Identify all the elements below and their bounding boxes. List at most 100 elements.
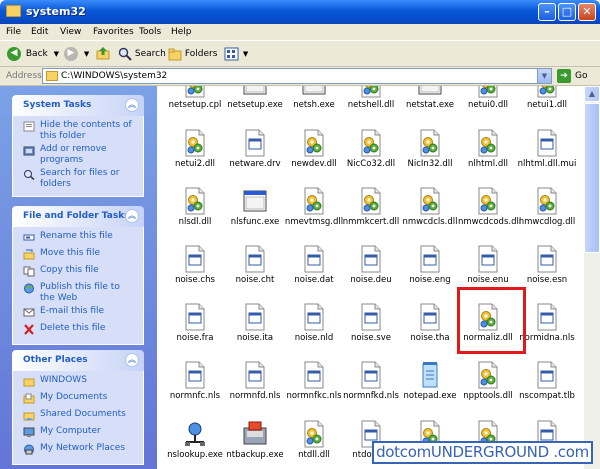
vertical-scrollbar[interactable]: ▲ (584, 86, 600, 469)
file-item[interactable]: noise.sve (341, 303, 401, 358)
menu-favorites[interactable]: Favorites (93, 27, 134, 37)
gear-doc-icon (359, 86, 383, 98)
address-dropdown-button[interactable]: ▼ (537, 69, 551, 83)
up-folder-button[interactable] (96, 46, 110, 62)
collapse-chevron-icon[interactable]: ︽ (125, 209, 139, 223)
file-name: netsetup.cpl (168, 100, 222, 110)
menu-file[interactable]: File (6, 27, 21, 37)
scroll-thumb[interactable] (584, 103, 600, 253)
minimize-button[interactable]: – (538, 3, 556, 21)
file-item[interactable]: normidna.nls (517, 303, 577, 358)
scroll-up-arrow-icon[interactable]: ▲ (584, 86, 600, 102)
file-item[interactable]: noise.cht (225, 245, 285, 300)
close-button[interactable]: ✕ (578, 3, 596, 21)
file-item[interactable]: nlhtml.dll.mui (517, 129, 577, 184)
file-item[interactable]: NicCo32.dll (341, 129, 401, 184)
search-button[interactable]: Search (118, 46, 166, 62)
gear-doc-icon (535, 86, 559, 98)
task-search-files[interactable]: Search for files or folders (23, 168, 137, 190)
other-places-header[interactable]: Other Places ︽ (12, 350, 144, 371)
back-button[interactable]: ◀ Back ▼ (7, 46, 59, 62)
address-input[interactable]: C:\WINDOWS\system32 ▼ (42, 68, 552, 84)
file-item[interactable]: nmwcdcls.dll (400, 187, 460, 242)
file-name: noise.dat (294, 275, 334, 285)
file-item[interactable]: noise.deu (341, 245, 401, 300)
file-item[interactable]: newdev.dll (284, 129, 344, 184)
task-publish-web[interactable]: Publish this file to the Web (23, 282, 137, 304)
file-item[interactable]: netsetup.exe (225, 86, 285, 125)
title-bar: system32 – □ ✕ (0, 0, 600, 24)
task-delete-file[interactable]: Delete this file (23, 323, 137, 338)
menu-view[interactable]: View (60, 27, 81, 37)
file-item[interactable]: notepad.exe (400, 361, 460, 416)
file-item[interactable]: nmwcdcods.dll (458, 187, 521, 242)
collapse-chevron-icon[interactable]: ︽ (125, 353, 139, 367)
file-item[interactable]: nlsdl.dll (165, 187, 225, 242)
file-name: netstat.exe (405, 100, 455, 110)
file-item[interactable]: netshell.dll (341, 86, 401, 125)
file-item[interactable]: netware.drv (225, 129, 285, 184)
place-shared-documents[interactable]: Shared Documents (23, 409, 137, 424)
delete-x-icon (24, 324, 34, 335)
gear-doc-icon (183, 129, 207, 157)
file-item[interactable]: nlhtml.dll (458, 129, 518, 184)
file-item[interactable]: noise.nld (284, 303, 344, 358)
file-item[interactable]: noise.dat (284, 245, 344, 300)
file-item[interactable]: normnfd.nls (225, 361, 285, 416)
place-windows[interactable]: WINDOWS (23, 375, 137, 390)
file-item[interactable]: noise.ita (225, 303, 285, 358)
file-name: noise.nld (294, 333, 334, 343)
file-item[interactable]: netui0.dll (458, 86, 518, 125)
window-title: system32 (26, 5, 86, 18)
task-hide-contents[interactable]: Hide the contents of this folder (23, 120, 137, 142)
go-button[interactable]: ➔ Go (557, 69, 597, 84)
file-item[interactable]: noise.esn (517, 245, 577, 300)
file-item[interactable]: NicIn32.dll (400, 129, 460, 184)
file-item[interactable]: netsetup.cpl (165, 86, 225, 125)
menu-tools[interactable]: Tools (139, 27, 161, 37)
file-item[interactable]: netui1.dll (517, 86, 577, 125)
file-item[interactable]: normnfkc.nls (284, 361, 344, 416)
file-item[interactable]: ntbackup.exe (225, 420, 285, 469)
system-tasks-header[interactable]: System Tasks ︽ (12, 95, 144, 116)
file-name: netshell.dll (347, 100, 395, 110)
file-item[interactable]: normnfkd.nls (341, 361, 401, 416)
file-item[interactable]: nmevtmsg.dll (284, 187, 344, 242)
file-item[interactable]: nmmkcert.dll (341, 187, 401, 242)
task-copy-file[interactable]: Copy this file (23, 265, 137, 280)
rename-icon (23, 234, 35, 241)
place-my-documents[interactable]: My Documents (23, 392, 137, 407)
menu-edit[interactable]: Edit (31, 27, 48, 37)
place-my-computer[interactable]: My Computer (23, 426, 137, 441)
folders-button[interactable]: Folders (168, 46, 217, 62)
file-name: noise.tha (410, 333, 450, 343)
place-my-network[interactable]: My Network Places (23, 443, 137, 458)
file-item[interactable]: netstat.exe (400, 86, 460, 125)
file-item[interactable]: noise.fra (165, 303, 225, 358)
file-item[interactable]: nscompat.tlb (517, 361, 577, 416)
collapse-chevron-icon[interactable]: ︽ (125, 98, 139, 112)
file-item[interactable]: noise.tha (400, 303, 460, 358)
task-email-file[interactable]: E-mail this file (23, 306, 137, 321)
file-folder-tasks-header[interactable]: File and Folder Tasks ︽ (12, 206, 144, 227)
file-item[interactable]: netui2.dll (165, 129, 225, 184)
file-item[interactable]: npptools.dll (458, 361, 518, 416)
file-item[interactable]: normnfc.nls (165, 361, 225, 416)
maximize-button[interactable]: □ (558, 3, 576, 21)
file-item[interactable]: nslookup.exe (165, 420, 225, 469)
menu-help[interactable]: Help (171, 27, 192, 37)
file-item[interactable]: noise.eng (400, 245, 460, 300)
file-item[interactable]: noise.chs (165, 245, 225, 300)
task-rename-file[interactable]: Rename this file (23, 231, 137, 246)
views-button[interactable]: ▼ (224, 46, 248, 62)
forward-button[interactable]: ▶ ▼ (64, 46, 89, 62)
file-item[interactable]: nmwcdlog.dll (517, 187, 577, 242)
file-item[interactable]: netsh.exe (284, 86, 344, 125)
file-item[interactable]: ntdll.dll (284, 420, 344, 469)
task-move-file[interactable]: Move this file (23, 248, 137, 263)
task-add-remove-programs[interactable]: Add or remove programs (23, 144, 137, 166)
window-doc-icon (359, 245, 383, 273)
file-item[interactable]: nlsfunc.exe (225, 187, 285, 242)
window-doc-icon (302, 361, 326, 389)
window-doc-icon (476, 245, 500, 273)
